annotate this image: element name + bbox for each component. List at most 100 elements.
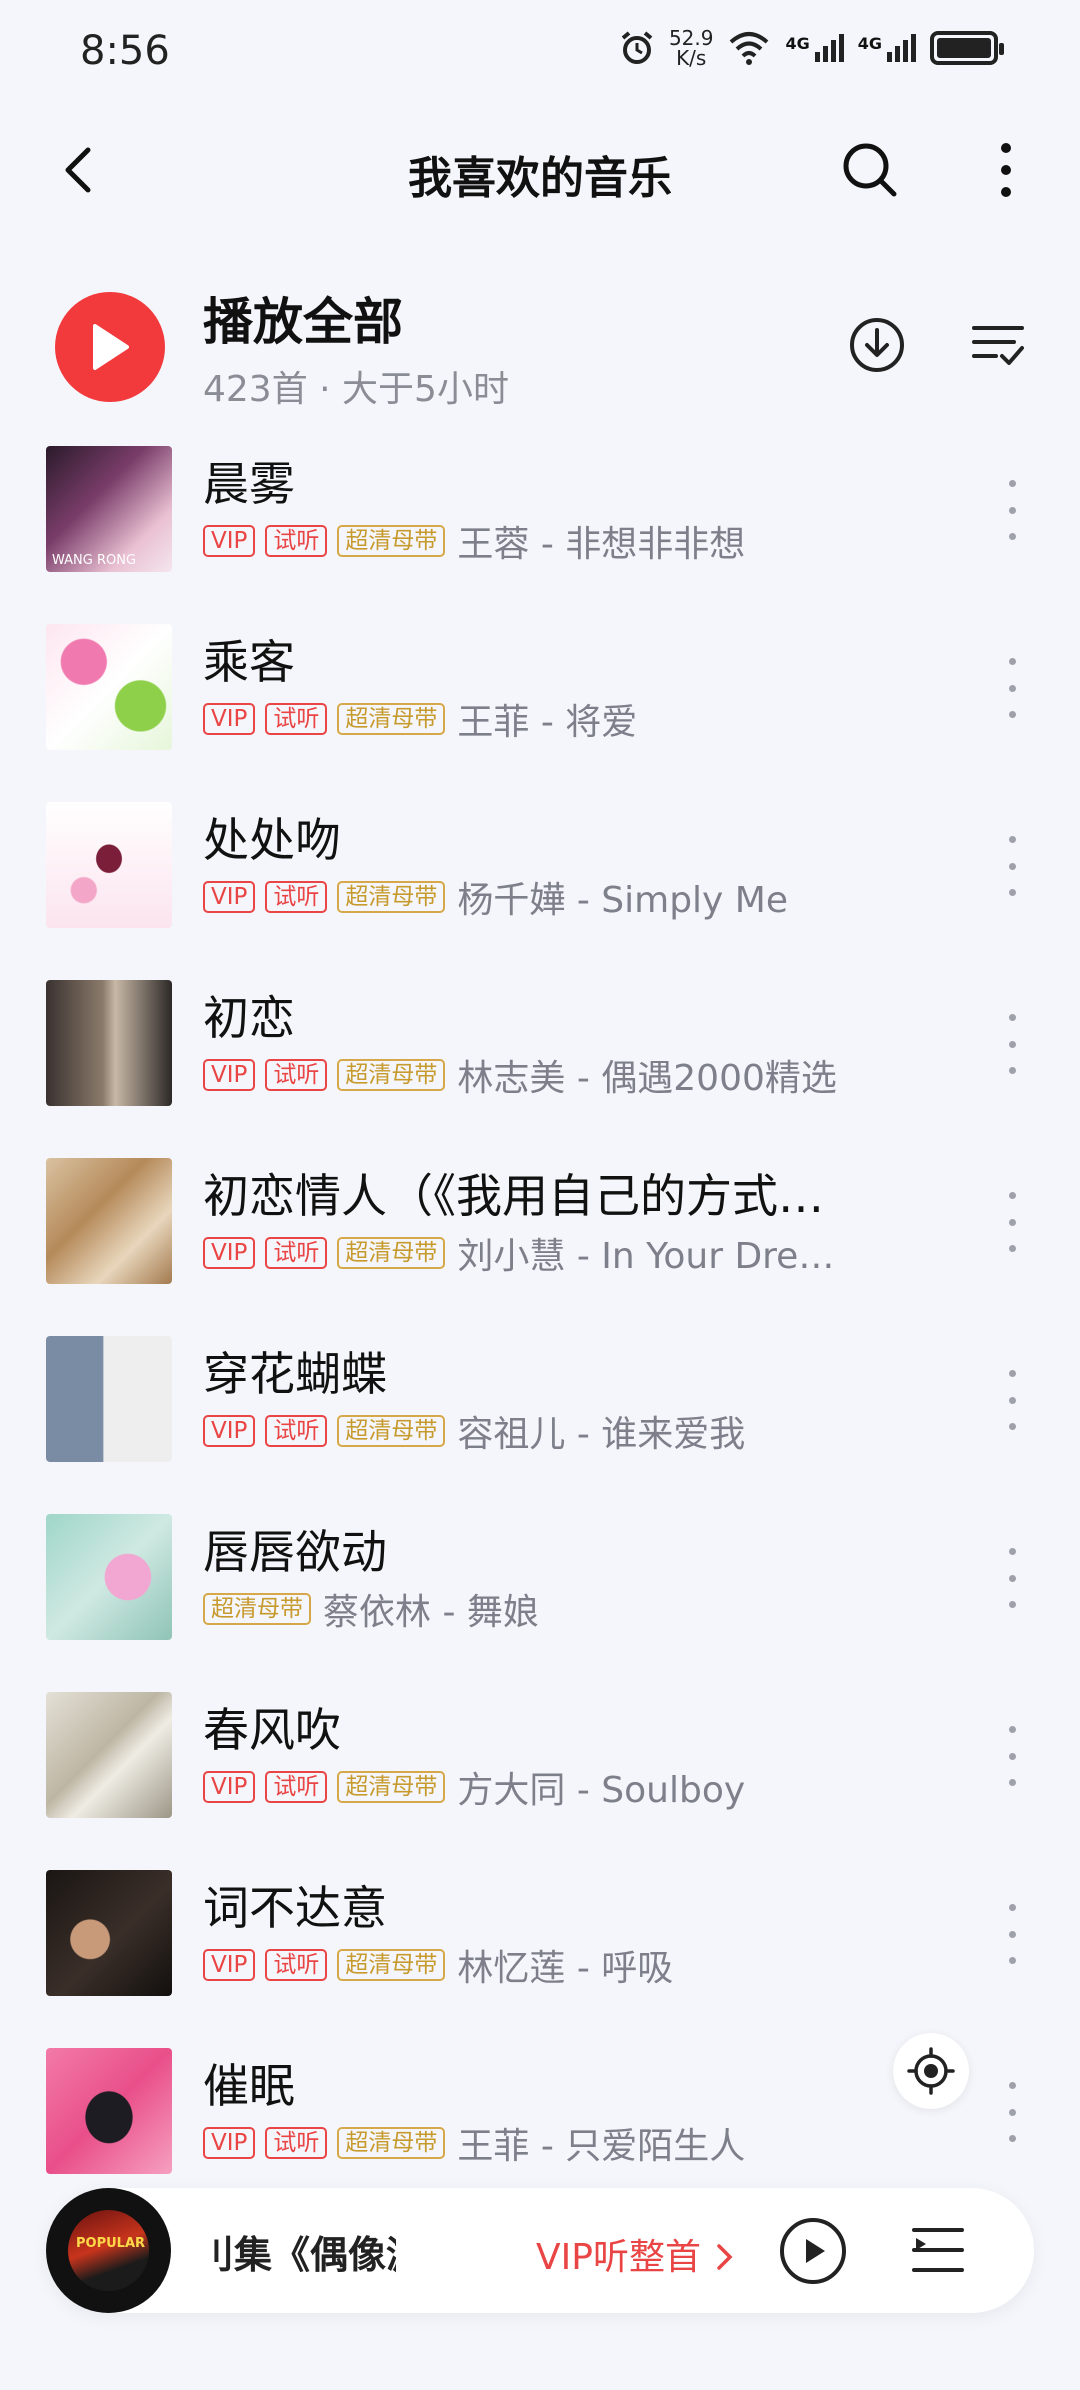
- master-quality-badge: 超清母带: [337, 1237, 446, 1269]
- song-more-icon[interactable]: [1000, 480, 1024, 540]
- album-cover: [46, 1336, 172, 1462]
- song-row[interactable]: 穿花蝴蝶 VIP 试听 超清母带 容祖儿 - 谁来爱我: [0, 1330, 1080, 1508]
- battery-icon: [930, 31, 1004, 65]
- play-all-button[interactable]: [55, 292, 165, 402]
- song-title: 初恋: [203, 991, 295, 1045]
- song-artist-album: 林忆莲 - 呼吸: [457, 1948, 674, 1989]
- now-playing-title: 刂集《偶像漩涡》肩: [196, 2233, 396, 2277]
- song-more-icon[interactable]: [1000, 1904, 1024, 1964]
- vip-badge: VIP: [203, 1415, 256, 1447]
- song-subtitle: VIP 试听 超清母带 王菲 - 将爱: [203, 696, 637, 743]
- master-quality-badge: 超清母带: [337, 1415, 446, 1447]
- mini-player[interactable]: POPULAR 刂集《偶像漩涡》肩 VIP听整首: [46, 2188, 1034, 2313]
- song-subtitle: VIP 试听 超清母带 刘小慧 - In Your Dre…: [203, 1230, 835, 1277]
- song-title: 晨雾: [203, 457, 295, 511]
- song-artist-album: 容祖儿 - 谁来爱我: [457, 1414, 746, 1455]
- song-more-icon[interactable]: [1000, 1192, 1024, 1252]
- wifi-icon: [730, 32, 769, 65]
- song-artist-album: 刘小慧 - In Your Dre…: [457, 1236, 835, 1277]
- song-artist-album: 杨千嬅 - Simply Me: [457, 880, 789, 921]
- locate-icon: [907, 2047, 955, 2095]
- vip-full-song-link[interactable]: VIP听整首: [536, 2228, 734, 2280]
- song-title: 词不达意: [203, 1881, 387, 1935]
- song-title: 唇唇欲动: [203, 1525, 387, 1579]
- trial-badge: 试听: [265, 525, 328, 557]
- trial-badge: 试听: [265, 1949, 328, 1981]
- trial-badge: 试听: [265, 1771, 328, 1803]
- trial-badge: 试听: [265, 1237, 328, 1269]
- play-all-label: 播放全部: [203, 293, 403, 351]
- song-more-icon[interactable]: [1000, 836, 1024, 896]
- master-quality-badge: 超清母带: [337, 525, 446, 557]
- song-subtitle: VIP 试听 超清母带 林志美 - 偶遇2000精选: [203, 1052, 837, 1099]
- album-cover: [46, 1158, 172, 1284]
- master-quality-badge: 超清母带: [337, 1771, 446, 1803]
- status-bar: 8:56 52.9 K/s 4G 4G: [0, 0, 1080, 105]
- trial-badge: 试听: [265, 2127, 328, 2159]
- song-subtitle: VIP 试听 超清母带 林忆莲 - 呼吸: [203, 1942, 674, 1989]
- master-quality-badge: 超清母带: [337, 881, 446, 913]
- master-quality-badge: 超清母带: [337, 1949, 446, 1981]
- song-subtitle: VIP 试听 超清母带 王菲 - 只爱陌生人: [203, 2120, 746, 2167]
- song-row[interactable]: 春风吹 VIP 试听 超清母带 方大同 - Soulboy: [0, 1686, 1080, 1864]
- chevron-right-icon: [717, 2244, 733, 2270]
- song-title: 春风吹: [203, 1703, 341, 1757]
- vip-badge: VIP: [203, 881, 256, 913]
- song-row[interactable]: 乘客 VIP 试听 超清母带 王菲 - 将爱: [0, 618, 1080, 796]
- album-cover: [46, 1514, 172, 1640]
- play-icon: [806, 2239, 825, 2263]
- album-cover: WANG RONG: [46, 446, 172, 572]
- album-cover: [46, 802, 172, 928]
- song-artist-album: 蔡依林 - 舞娘: [323, 1592, 539, 1633]
- vip-badge: VIP: [203, 1237, 256, 1269]
- song-more-icon[interactable]: [1000, 1726, 1024, 1786]
- signal-icon: 4G: [785, 34, 844, 62]
- network-speed: 52.9 K/s: [668, 26, 714, 70]
- signal-icon: 4G: [858, 34, 916, 62]
- song-more-icon[interactable]: [1000, 2082, 1024, 2142]
- trial-badge: 试听: [265, 881, 328, 913]
- song-subtitle: VIP 试听 超清母带 王蓉 - 非想非非想: [203, 518, 746, 565]
- play-all-row[interactable]: 播放全部 423首 · 大于5小时: [0, 270, 1080, 410]
- album-cover: [46, 1870, 172, 1996]
- song-row[interactable]: 词不达意 VIP 试听 超清母带 林忆莲 - 呼吸: [0, 1864, 1080, 2042]
- song-subtitle: VIP 试听 超清母带 容祖儿 - 谁来爱我: [203, 1408, 746, 1455]
- playlist-queue-icon[interactable]: [910, 2224, 966, 2276]
- master-quality-badge: 超清母带: [203, 1593, 311, 1625]
- vip-badge: VIP: [203, 1059, 256, 1091]
- master-quality-badge: 超清母带: [337, 2127, 446, 2159]
- song-artist-album: 方大同 - Soulboy: [457, 1770, 746, 1811]
- locate-current-song-button[interactable]: [893, 2033, 969, 2109]
- song-row[interactable]: 初恋情人（《我用自己的方式… VIP 试听 超清母带 刘小慧 - In Your…: [0, 1152, 1080, 1330]
- song-row[interactable]: 初恋 VIP 试听 超清母带 林志美 - 偶遇2000精选: [0, 974, 1080, 1152]
- song-row[interactable]: 唇唇欲动 超清母带 蔡依林 - 舞娘: [0, 1508, 1080, 1686]
- vip-badge: VIP: [203, 2127, 256, 2159]
- play-pause-button[interactable]: [780, 2218, 846, 2284]
- master-quality-badge: 超清母带: [337, 1059, 446, 1091]
- download-icon[interactable]: [848, 316, 906, 374]
- now-playing-disc[interactable]: POPULAR: [46, 2188, 171, 2313]
- song-more-icon[interactable]: [1000, 1548, 1024, 1608]
- more-options-icon[interactable]: [976, 138, 1036, 202]
- song-more-icon[interactable]: [1000, 1014, 1024, 1074]
- song-subtitle: VIP 试听 超清母带 方大同 - Soulboy: [203, 1764, 746, 1811]
- multi-select-icon[interactable]: [970, 320, 1026, 370]
- song-more-icon[interactable]: [1000, 1370, 1024, 1430]
- search-icon[interactable]: [838, 138, 902, 202]
- album-cover: [46, 1692, 172, 1818]
- song-title: 处处吻: [203, 813, 341, 867]
- song-artist-album: 林志美 - 偶遇2000精选: [457, 1058, 837, 1099]
- status-time: 8:56: [80, 28, 170, 74]
- song-artist-album: 王菲 - 只爱陌生人: [457, 2126, 746, 2167]
- song-artist-album: 王蓉 - 非想非非想: [457, 524, 746, 565]
- playlist-meta: 423首 · 大于5小时: [203, 369, 509, 410]
- album-cover: [46, 624, 172, 750]
- status-icons: 52.9 K/s 4G 4G: [619, 26, 1004, 70]
- song-more-icon[interactable]: [1000, 658, 1024, 718]
- song-row[interactable]: WANG RONG 晨雾 VIP 试听 超清母带 王蓉 - 非想非非想: [0, 440, 1080, 618]
- song-title: 初恋情人（《我用自己的方式…: [203, 1169, 824, 1223]
- trial-badge: 试听: [265, 1059, 328, 1091]
- song-subtitle: 超清母带 蔡依林 - 舞娘: [203, 1586, 539, 1633]
- vip-badge: VIP: [203, 1949, 256, 1981]
- song-row[interactable]: 处处吻 VIP 试听 超清母带 杨千嬅 - Simply Me: [0, 796, 1080, 974]
